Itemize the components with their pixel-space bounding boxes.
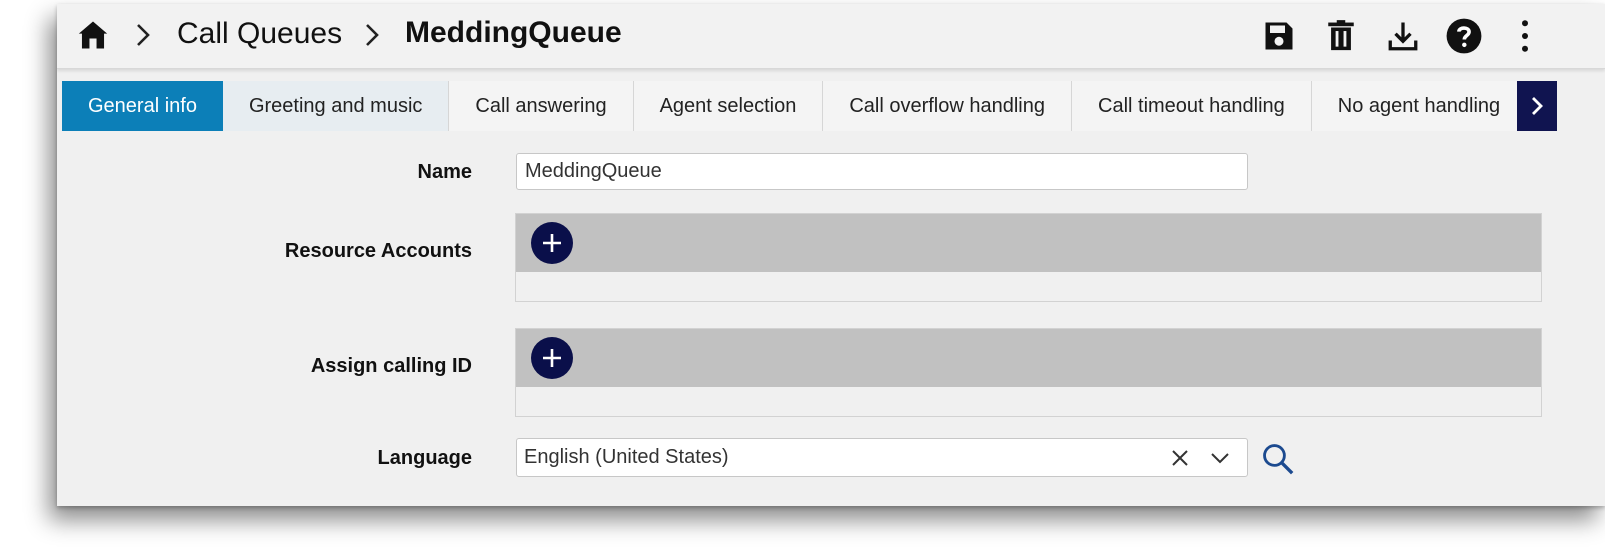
chevron-right-icon [131,20,155,50]
tab-general-info[interactable]: General info [62,81,223,131]
tab-agent-selection[interactable]: Agent selection [633,81,824,131]
search-icon[interactable] [1259,440,1297,478]
page-title: MeddingQueue [405,16,622,49]
page-header: Call Queues MeddingQueue [57,4,1605,69]
plus-icon [543,349,561,367]
chevron-right-icon [360,20,384,50]
tab-call-timeout-handling[interactable]: Call timeout handling [1072,81,1312,131]
breadcrumb-call-queues[interactable]: Call Queues [177,17,342,51]
tab-greeting-and-music[interactable]: Greeting and music [222,81,450,131]
resource-accounts-panel [515,213,1542,302]
add-resource-account-button[interactable] [531,222,573,264]
call-queue-window: Call Queues MeddingQueue General info Gr… [57,4,1605,506]
save-icon[interactable] [1259,16,1299,56]
resource-accounts-toolbar [516,214,1541,272]
assign-calling-id-toolbar [516,329,1541,387]
name-label: Name [417,161,472,183]
download-icon[interactable] [1383,16,1423,56]
tab-no-agent-handling[interactable]: No agent handling [1311,81,1528,131]
add-calling-id-button[interactable] [531,337,573,379]
language-label: Language [377,447,472,469]
name-input[interactable] [516,153,1248,190]
language-select[interactable]: English (United States) [516,438,1248,477]
clear-icon[interactable] [1167,445,1193,471]
help-icon[interactable] [1444,16,1484,56]
plus-icon [543,234,561,252]
assign-calling-id-label: Assign calling ID [310,355,472,377]
more-vert-icon[interactable] [1505,16,1545,56]
tab-bar: General info Greeting and music Call ans… [62,81,1558,131]
chevron-right-icon [1532,97,1543,115]
resource-accounts-label: Resource Accounts [284,240,472,262]
tab-call-answering[interactable]: Call answering [449,81,634,131]
tab-call-overflow-handling[interactable]: Call overflow handling [823,81,1072,131]
chevron-down-icon[interactable] [1207,445,1233,471]
home-icon[interactable] [75,17,111,53]
tab-scroll-right-button[interactable] [1517,81,1557,131]
language-value: English (United States) [524,446,729,468]
delete-icon[interactable] [1321,16,1361,56]
assign-calling-id-panel [515,328,1542,417]
